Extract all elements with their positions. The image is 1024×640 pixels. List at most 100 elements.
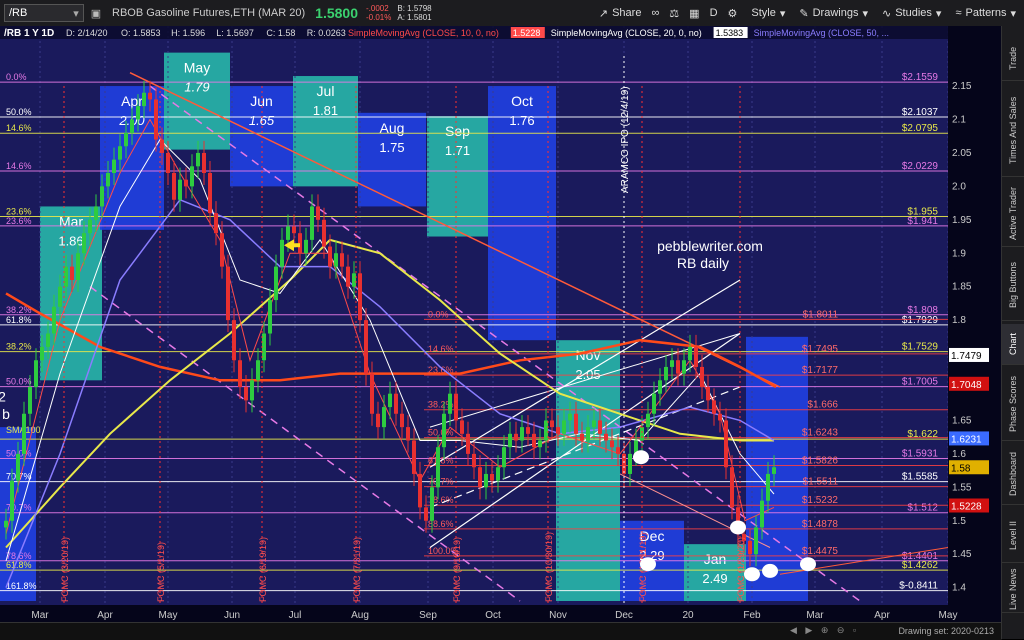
time-axis-tick: Dec	[615, 610, 633, 621]
side-tabs: Trade Times And Sales Active Trader Big But…	[1001, 26, 1024, 639]
price-tag-label: 1.5228	[951, 502, 982, 513]
seasonal-value-label: 2.49	[702, 571, 727, 586]
candle-body	[106, 173, 110, 187]
candle-body	[148, 92, 152, 100]
share-label: Share	[612, 7, 642, 19]
side-tab-dashboard[interactable]: Dashboard	[1002, 444, 1024, 505]
candle-body	[718, 413, 722, 421]
side-tab-times-and-sales[interactable]: Times And Sales	[1002, 84, 1024, 177]
candle-body	[664, 366, 668, 381]
share-button[interactable]: ↗ Share	[599, 7, 642, 20]
chevron-down-icon: ▾	[935, 7, 942, 20]
candle-body	[418, 473, 422, 508]
candle-body	[346, 266, 350, 287]
time-axis-tick: Oct	[485, 610, 501, 621]
candle-body	[616, 447, 620, 454]
candle-body	[10, 480, 14, 521]
symbol-description: RBOB Gasoline Futures,ETH (MAR 20)	[112, 7, 306, 19]
toolbar-right: ↗ Share ∞ ⚖ ▦ D ⚙ Style ▾ ✎ Drawings ▾ ∿ Stud…	[585, 7, 1024, 20]
chart-area[interactable]: Mar1.86Apr2.00May1.79Jun1.65Jul1.81Aug1.…	[0, 26, 1002, 639]
side-tab-chart[interactable]: Chart	[1002, 324, 1024, 365]
candle-body	[748, 540, 752, 555]
red-fib-value: $1.5511	[803, 477, 839, 488]
flask-icon[interactable]: ⚖	[669, 7, 679, 20]
zoom-controls[interactable]: ◀ ▶ ⊕ ⊖ ▫	[790, 625, 859, 636]
candle-body	[478, 467, 482, 488]
candle-body	[712, 400, 716, 414]
timeframe-button[interactable]: D	[710, 7, 718, 19]
price-tag-label: 1.58	[951, 463, 971, 474]
left-fib-label: 23.6%	[6, 216, 32, 226]
candle-body	[220, 233, 224, 267]
candle-body	[604, 433, 608, 441]
candle-body	[670, 360, 674, 367]
candle-body	[448, 393, 452, 414]
left-fib-label: 70.7%	[6, 503, 32, 513]
candle-body	[544, 420, 548, 441]
side-tab-level-ii[interactable]: Level II	[1002, 508, 1024, 563]
candle-body	[142, 92, 146, 107]
side-tab-big-buttons[interactable]: Big Buttons	[1002, 250, 1024, 321]
pivot-dot	[633, 450, 649, 465]
net-change: -.0002	[366, 4, 389, 13]
red-fib-value: $1.4878	[802, 519, 839, 530]
chevron-down-icon: ▾	[779, 7, 786, 20]
side-tab-live-news[interactable]: Live News	[1002, 566, 1024, 613]
left-fib-label: 161.8%	[6, 581, 37, 591]
symbol-value: /RB	[9, 7, 28, 19]
candle-body	[298, 233, 302, 254]
gear-icon[interactable]: ⚙	[728, 7, 738, 20]
price-axis-tick: 1.6	[952, 449, 966, 460]
price-tag-label: 1.7048	[951, 380, 982, 391]
candle-body	[286, 226, 290, 240]
price-chart[interactable]: Mar1.86Apr2.00May1.79Jun1.65Jul1.81Aug1.…	[0, 26, 1002, 622]
candle-body	[652, 393, 656, 414]
study-value: 1.5383	[716, 28, 744, 38]
candle-body	[82, 233, 86, 254]
red-fib-value: $1.5232	[802, 495, 839, 506]
patterns-button[interactable]: ≈ Patterns ▾	[955, 7, 1016, 20]
candle-body	[214, 213, 218, 234]
studies-button[interactable]: ∿ Studies ▾	[882, 7, 941, 20]
time-axis-tick: Aug	[351, 610, 369, 621]
candle-body	[688, 346, 692, 361]
fomc-label: FOMC (3/20/19)	[60, 537, 70, 602]
symbol-input[interactable]: /RB ▾	[4, 4, 84, 22]
level-label: $1.512	[907, 503, 938, 514]
header-stat: O: 1.5853	[121, 28, 161, 38]
candle-body	[538, 440, 542, 448]
seasonal-month-label: Sep	[445, 123, 470, 139]
chain-link-icon[interactable]: ∞	[651, 7, 659, 19]
price-axis-tick: 1.45	[952, 549, 972, 560]
style-button[interactable]: Style ▾	[751, 7, 785, 20]
price-axis-tick: 2.15	[952, 81, 972, 92]
candle-body	[514, 433, 518, 441]
candle-body	[466, 433, 470, 454]
side-tab-phase-scores[interactable]: Phase Scores	[1002, 368, 1024, 441]
level-label: $2.1559	[902, 72, 939, 83]
candle-body	[442, 413, 446, 448]
candle-body	[40, 346, 44, 361]
header-stat: C: 1.58	[266, 28, 295, 38]
level-label: $1.7929	[902, 315, 939, 326]
study-value: 1.5228	[513, 28, 541, 38]
candle-body	[202, 152, 206, 173]
drawings-button[interactable]: ✎ Drawings ▾	[799, 7, 868, 20]
grid-icon[interactable]: ▦	[689, 7, 699, 20]
red-fib-pct: 0.0%	[428, 309, 449, 319]
seasonal-value-label: 1.76	[509, 113, 534, 128]
red-fib-pct: 50.0%	[428, 428, 454, 438]
level-label: $2.0229	[902, 161, 939, 172]
candle-body	[238, 360, 242, 387]
candle-body	[694, 346, 698, 367]
studies-label: Studies	[895, 7, 932, 19]
price-axis-tick: 1.65	[952, 415, 972, 426]
last-price: 1.5800	[315, 5, 358, 21]
header-stat: L: 1.5697	[216, 28, 254, 38]
side-tab-trade[interactable]: Trade	[1002, 36, 1024, 81]
price-axis-tick: 1.55	[952, 482, 972, 493]
level-label: $1.941	[907, 216, 938, 227]
lock-icon[interactable]: ▣	[88, 7, 104, 20]
side-tab-active-trader[interactable]: Active Trader	[1002, 180, 1024, 247]
chevron-down-icon[interactable]: ▾	[69, 7, 83, 20]
